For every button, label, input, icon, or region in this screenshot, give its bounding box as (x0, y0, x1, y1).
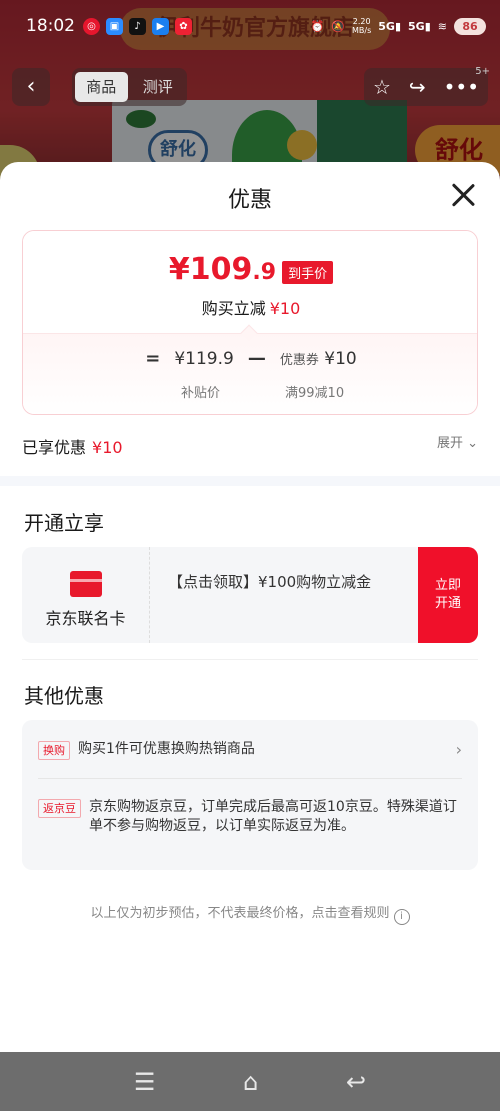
signal-icon-2: 5G▮ (408, 19, 431, 33)
chevron-right-icon: › (455, 740, 462, 759)
coupon-label: 优惠券 (279, 352, 319, 368)
promo-row-exchange[interactable]: 换购 购买1件可优惠换购热销商品 › (38, 740, 462, 760)
open-section-title: 开通立享 (24, 511, 104, 535)
nav-actions: ☆ ↪ ••• 5+ (364, 66, 490, 106)
promo-text: 京东购物返京豆，订单完成后最高可返10京豆。特殊渠道订单不参与购物返豆，以订单实… (89, 799, 457, 834)
message-count: 5+ (475, 66, 490, 77)
coupon-value: ¥10 (324, 348, 357, 369)
signal-icon: 5G▮ (378, 19, 402, 33)
weibo-icon: ◎ (83, 17, 100, 35)
chevron-left-icon: ‹ (26, 74, 36, 99)
divider-line (22, 659, 478, 660)
alarm-icon: ⏰ (310, 19, 325, 33)
promo-text: 购买1件可优惠换购热销商品 (78, 741, 255, 757)
rules-footnote[interactable]: 以上仅为初步预估，不代表最终价格，点击查看规则 i (0, 902, 500, 925)
net-speed: 2.20 MB/s (352, 17, 372, 35)
other-section-title: 其他优惠 (24, 684, 104, 708)
video-app-icon: ▶ (152, 17, 169, 35)
menu-icon[interactable]: ☰ (134, 1068, 156, 1096)
more-icon[interactable]: ••• (444, 75, 479, 99)
credit-card-icon (69, 571, 102, 597)
mute-icon: 🔕 (331, 19, 346, 33)
open-now-button[interactable]: 立即开通 (418, 547, 478, 643)
status-bar: 18:02 ◎ ▣ ♪ ▶ ✿ ⏰ 🔕 2.20 MB/s 5G▮ 5G▮ ≋ … (0, 0, 500, 52)
card-description: 【点击领取】¥100购物立减金 (168, 573, 372, 591)
buy-reduce-line: 购买立减 ¥10 (201, 299, 301, 318)
cobrand-card-offer[interactable]: 京东联名卡 【点击领取】¥100购物立减金 立即开通 (22, 547, 478, 643)
price-card: ¥109.9 到手价 购买立减 ¥10 = ¥119.9 — 优惠券 ¥10 补贴… (22, 230, 478, 415)
notification-icons: ◎ ▣ ♪ ▶ ✿ (83, 17, 192, 35)
enjoyed-discount: 已享优惠 ¥10 (22, 438, 123, 457)
tab-review[interactable]: 测评 (132, 72, 185, 102)
expand-button[interactable]: 展开 ⌄ (437, 432, 478, 451)
card-name: 京东联名卡 (45, 609, 126, 628)
product-nav-bar: ‹ 商品 测评 ☆ ↪ ••• 5+ (0, 66, 500, 108)
nav-tabs: 商品 测评 (72, 68, 187, 106)
base-price: ¥119.9 (174, 348, 234, 369)
coupon-condition: 满99减10 (285, 386, 345, 401)
back-system-icon[interactable]: ↩ (346, 1068, 366, 1096)
info-icon[interactable]: i (393, 909, 410, 925)
tab-product[interactable]: 商品 (75, 72, 128, 102)
discount-sheet: 优惠 ¥109.9 到手价 购买立减 ¥10 = ¥119.9 — 优惠券 ¥10… (0, 162, 500, 1052)
home-icon[interactable]: ⌂ (243, 1068, 258, 1096)
star-icon[interactable]: ☆ (373, 75, 391, 99)
final-price-tag: 到手价 (282, 261, 334, 284)
wifi-icon: ≋ (437, 19, 447, 33)
final-price: ¥109.9 (168, 252, 277, 287)
chevron-down-icon: ⌄ (467, 436, 478, 451)
tiktok-icon: ♪ (129, 17, 146, 35)
system-nav-bar: ☰ ⌂ ↩ (0, 1052, 500, 1111)
close-button[interactable] (448, 180, 478, 210)
battery-icon: 86 (454, 17, 486, 35)
shopping-app-icon: ✿ (175, 17, 192, 35)
base-price-label: 补贴价 (181, 386, 221, 401)
other-offers-box: 换购 购买1件可优惠换购热销商品 › 返京豆 京东购物返京豆，订单完成后最高可返… (22, 720, 478, 870)
promo-tag: 返京豆 (38, 799, 81, 818)
section-divider (0, 476, 500, 486)
promo-separator (38, 778, 462, 779)
app-icon: ▣ (106, 17, 123, 35)
price-formula: = ¥119.9 — 优惠券 ¥10 (145, 348, 357, 369)
status-time: 18:02 (26, 16, 75, 36)
share-icon[interactable]: ↪ (409, 75, 426, 99)
promo-tag: 换购 (38, 741, 70, 760)
back-button[interactable]: ‹ (12, 68, 50, 106)
promo-row-jingdou: 返京豆 京东购物返京豆，订单完成后最高可返10京豆。特殊渠道订单不参与购物返豆，… (38, 798, 462, 836)
status-indicators: ⏰ 🔕 2.20 MB/s 5G▮ 5G▮ ≋ 86 (311, 17, 486, 35)
sheet-title: 优惠 (227, 188, 272, 213)
